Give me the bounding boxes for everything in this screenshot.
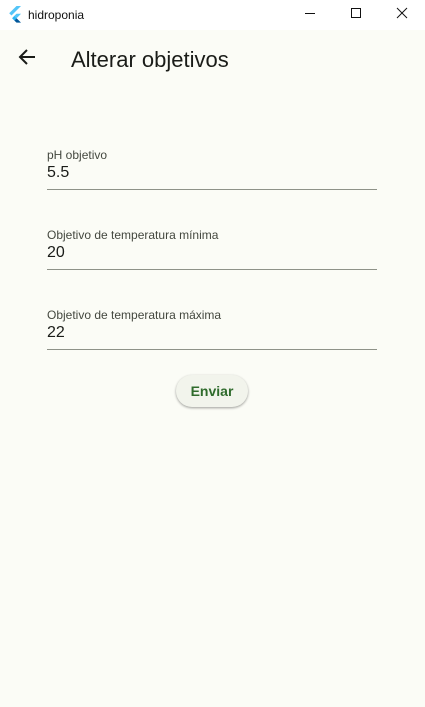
flutter-logo-icon — [8, 6, 22, 23]
maximize-icon — [350, 6, 362, 24]
minimize-icon — [304, 6, 316, 24]
back-button[interactable] — [7, 39, 47, 79]
max-temp-target-field[interactable]: Objetivo de temperatura máxima — [47, 308, 377, 350]
ph-target-field[interactable]: pH objetivo — [47, 148, 377, 190]
max-temp-target-label: Objetivo de temperatura máxima — [47, 308, 222, 322]
ph-target-label: pH objetivo — [47, 148, 108, 162]
window-titlebar: hidroponia — [0, 0, 425, 30]
ph-target-input[interactable] — [47, 163, 377, 183]
submit-button[interactable]: Enviar — [176, 375, 248, 407]
close-button[interactable] — [379, 0, 425, 30]
min-temp-target-label: Objetivo de temperatura mínima — [47, 228, 219, 242]
window-title: hidroponia — [28, 8, 85, 22]
page-title: Alterar objetivos — [71, 47, 229, 72]
minimize-button[interactable] — [287, 0, 333, 30]
arrow-left-icon — [17, 47, 37, 72]
maximize-button[interactable] — [333, 0, 379, 30]
min-temp-target-field[interactable]: Objetivo de temperatura mínima — [47, 228, 377, 270]
min-temp-target-input[interactable] — [47, 243, 377, 263]
page-content: Alterar objetivos pH objetivo Objetivo d… — [0, 30, 425, 707]
max-temp-target-input[interactable] — [47, 323, 377, 343]
close-icon — [396, 6, 408, 24]
